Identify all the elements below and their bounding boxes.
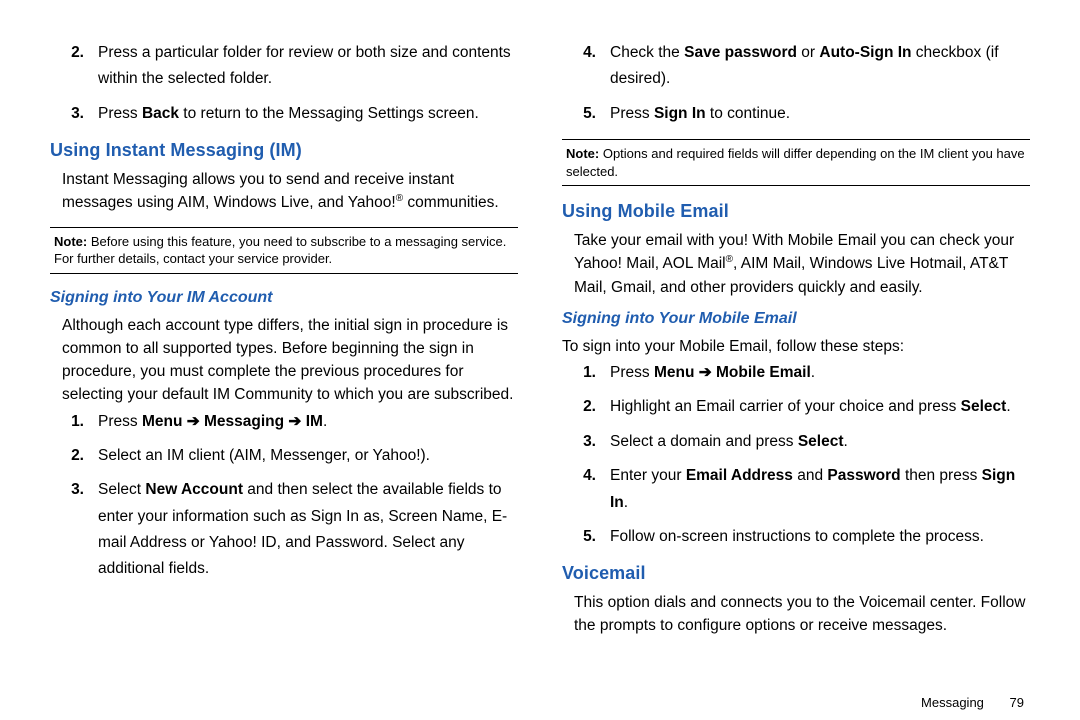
two-column-layout: 2. Press a particular folder for review … — [50, 40, 1030, 687]
subheading-signin-im: Signing into Your IM Account — [50, 286, 518, 310]
step-text: Press Back to return to the Messaging Se… — [98, 101, 518, 127]
step-text: Highlight an Email carrier of your choic… — [610, 394, 1030, 420]
subheading-signin-email: Signing into Your Mobile Email — [562, 307, 1030, 331]
list-item: 3. Select a domain and press Select. — [562, 429, 1030, 455]
list-item: 3. Select New Account and then select th… — [50, 477, 518, 582]
step-number: 2. — [50, 40, 98, 93]
left-column: 2. Press a particular folder for review … — [50, 40, 518, 687]
step-number: 1. — [50, 409, 98, 435]
paragraph-signin-email: To sign into your Mobile Email, follow t… — [562, 335, 1030, 358]
ordered-list-3: 4. Check the Save password or Auto-Sign … — [562, 40, 1030, 127]
paragraph-signin-im: Although each account type differs, the … — [50, 314, 518, 407]
manual-page: 2. Press a particular folder for review … — [0, 0, 1080, 720]
ordered-list-2: 1. Press Menu ➔ Messaging ➔ IM. 2. Selec… — [50, 409, 518, 583]
note-text: Options and required fields will differ … — [566, 146, 1025, 179]
step-number: 1. — [562, 360, 610, 386]
paragraph-email-intro: Take your email with you! With Mobile Em… — [562, 229, 1030, 299]
note-box: Note: Options and required fields will d… — [562, 139, 1030, 186]
step-number: 3. — [562, 429, 610, 455]
list-item: 2. Press a particular folder for review … — [50, 40, 518, 93]
note-label: Note: — [566, 146, 599, 161]
step-text: Enter your Email Address and Password th… — [610, 463, 1030, 516]
list-item: 5. Press Sign In to continue. — [562, 101, 1030, 127]
footer-page-number: 79 — [1010, 695, 1024, 710]
step-text: Select New Account and then select the a… — [98, 477, 518, 582]
step-number: 2. — [562, 394, 610, 420]
step-number: 4. — [562, 463, 610, 516]
heading-using-mobile-email: Using Mobile Email — [562, 198, 1030, 225]
registered-icon: ® — [396, 193, 403, 204]
step-text: Press Sign In to continue. — [610, 101, 1030, 127]
ordered-list-4: 1. Press Menu ➔ Mobile Email. 2. Highlig… — [562, 360, 1030, 550]
step-number: 2. — [50, 443, 98, 469]
list-item: 3. Press Back to return to the Messaging… — [50, 101, 518, 127]
paragraph-voicemail: This option dials and connects you to th… — [562, 591, 1030, 638]
ordered-list-1: 2. Press a particular folder for review … — [50, 40, 518, 127]
step-text: Follow on-screen instructions to complet… — [610, 524, 1030, 550]
note-text: Before using this feature, you need to s… — [54, 234, 506, 267]
list-item: 2. Select an IM client (AIM, Messenger, … — [50, 443, 518, 469]
right-column: 4. Check the Save password or Auto-Sign … — [562, 40, 1030, 687]
list-item: 4. Enter your Email Address and Password… — [562, 463, 1030, 516]
step-number: 3. — [50, 477, 98, 582]
page-footer: Messaging 79 — [50, 687, 1030, 710]
step-number: 5. — [562, 101, 610, 127]
paragraph-im-intro: Instant Messaging allows you to send and… — [50, 168, 518, 215]
step-text: Press a particular folder for review or … — [98, 40, 518, 93]
list-item: 1. Press Menu ➔ Mobile Email. — [562, 360, 1030, 386]
list-item: 1. Press Menu ➔ Messaging ➔ IM. — [50, 409, 518, 435]
step-number: 4. — [562, 40, 610, 93]
registered-icon: ® — [726, 254, 733, 265]
footer-section: Messaging — [921, 695, 984, 710]
step-text: Press Menu ➔ Messaging ➔ IM. — [98, 409, 518, 435]
step-number: 5. — [562, 524, 610, 550]
heading-voicemail: Voicemail — [562, 560, 1030, 587]
list-item: 5. Follow on-screen instructions to comp… — [562, 524, 1030, 550]
step-text: Select an IM client (AIM, Messenger, or … — [98, 443, 518, 469]
heading-using-im: Using Instant Messaging (IM) — [50, 137, 518, 164]
step-text: Select a domain and press Select. — [610, 429, 1030, 455]
note-label: Note: — [54, 234, 87, 249]
list-item: 4. Check the Save password or Auto-Sign … — [562, 40, 1030, 93]
step-text: Check the Save password or Auto-Sign In … — [610, 40, 1030, 93]
note-box: Note: Before using this feature, you nee… — [50, 227, 518, 274]
step-number: 3. — [50, 101, 98, 127]
step-text: Press Menu ➔ Mobile Email. — [610, 360, 1030, 386]
list-item: 2. Highlight an Email carrier of your ch… — [562, 394, 1030, 420]
